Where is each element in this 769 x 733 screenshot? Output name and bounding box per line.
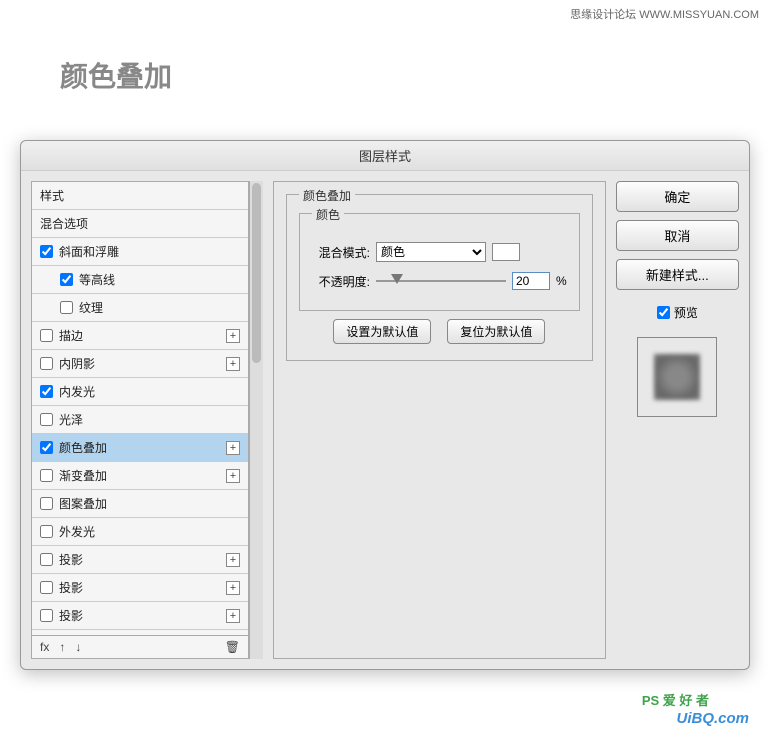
style-checkbox[interactable] xyxy=(40,329,53,342)
style-list-item[interactable]: 投影 + xyxy=(32,602,248,630)
style-list-item[interactable]: 混合选项 xyxy=(32,210,248,238)
style-checkbox[interactable] xyxy=(60,273,73,286)
blend-mode-row: 混合模式: 颜色 xyxy=(312,242,567,262)
opacity-row: 不透明度: % xyxy=(312,272,567,290)
blend-mode-label: 混合模式: xyxy=(312,244,370,261)
new-style-button[interactable]: 新建样式... xyxy=(616,259,739,290)
style-list-item[interactable]: 光泽 xyxy=(32,406,248,434)
style-checkbox[interactable] xyxy=(40,581,53,594)
style-list-item[interactable]: 图案叠加 xyxy=(32,490,248,518)
style-item-label: 投影 xyxy=(59,579,83,596)
plus-icon[interactable]: + xyxy=(226,357,240,371)
plus-icon[interactable]: + xyxy=(226,609,240,623)
opacity-input[interactable] xyxy=(512,272,550,290)
style-item-label: 内发光 xyxy=(59,383,95,400)
plus-icon[interactable]: + xyxy=(226,329,240,343)
reset-default-button[interactable]: 复位为默认值 xyxy=(447,319,545,344)
style-list-item[interactable]: 内发光 xyxy=(32,378,248,406)
subsection-legend: 颜色 xyxy=(312,206,344,223)
style-item-label: 斜面和浮雕 xyxy=(59,243,119,260)
style-item-label: 纹理 xyxy=(79,299,103,316)
arrow-down-icon[interactable]: ↓ xyxy=(75,640,81,654)
style-checkbox[interactable] xyxy=(40,441,53,454)
style-checkbox[interactable] xyxy=(40,413,53,426)
blend-mode-select[interactable]: 颜色 xyxy=(376,242,486,262)
ok-button[interactable]: 确定 xyxy=(616,181,739,212)
style-item-label: 渐变叠加 xyxy=(59,467,107,484)
style-list-item[interactable]: 斜面和浮雕 xyxy=(32,238,248,266)
style-item-label: 投影 xyxy=(59,607,83,624)
style-checkbox[interactable] xyxy=(40,525,53,538)
dialog-title: 图层样式 xyxy=(21,141,749,171)
style-checkbox[interactable] xyxy=(40,609,53,622)
style-list-item[interactable]: 样式 xyxy=(32,182,248,210)
opacity-label: 不透明度: xyxy=(312,273,370,290)
color-subsection: 颜色 混合模式: 颜色 不透明度: xyxy=(299,213,580,311)
trash-icon[interactable]: 🗑 xyxy=(225,640,240,654)
plus-icon[interactable]: + xyxy=(226,581,240,595)
right-panel: 确定 取消 新建样式... 预览 xyxy=(616,181,739,659)
preview-check-row: 预览 xyxy=(616,304,739,321)
watermark-ps: PS 爱 好 者 xyxy=(642,690,709,709)
opacity-unit: % xyxy=(556,274,567,288)
style-list-item[interactable]: 外发光 xyxy=(32,518,248,546)
style-checkbox[interactable] xyxy=(40,553,53,566)
color-overlay-fieldset: 颜色叠加 颜色 混合模式: 颜色 不透明度: xyxy=(286,194,593,361)
style-list-item[interactable]: 描边 + xyxy=(32,322,248,350)
layer-style-dialog: 图层样式 样式混合选项斜面和浮雕等高线纹理描边+内阴影+内发光光泽颜色叠加+渐变… xyxy=(20,140,750,670)
style-list-item[interactable]: 渐变叠加 + xyxy=(32,462,248,490)
style-item-label: 投影 xyxy=(59,551,83,568)
style-list-panel: 样式混合选项斜面和浮雕等高线纹理描边 + 内阴影 + 内发光光泽颜色叠加 + 渐变叠加 + 图案… xyxy=(31,181,249,659)
style-item-label: 颜色叠加 xyxy=(59,439,107,456)
page-title: 颜色叠加 xyxy=(60,55,172,95)
preview-box xyxy=(637,337,717,417)
style-list-item[interactable]: 纹理 xyxy=(32,294,248,322)
style-list-item[interactable]: 等高线 xyxy=(32,266,248,294)
cancel-button[interactable]: 取消 xyxy=(616,220,739,251)
style-list-item[interactable]: 颜色叠加 + xyxy=(32,434,248,462)
center-panel: 颜色叠加 颜色 混合模式: 颜色 不透明度: xyxy=(273,181,606,659)
style-checkbox[interactable] xyxy=(40,357,53,370)
watermark-uibq: UiBQ.com xyxy=(676,710,749,727)
top-watermark: 思缘设计论坛 WWW.MISSYUAN.COM xyxy=(570,6,759,22)
slider-handle-icon[interactable] xyxy=(391,274,403,284)
opacity-slider[interactable] xyxy=(376,273,506,289)
fx-label[interactable]: fx xyxy=(40,640,49,654)
style-list-item[interactable]: 内阴影 + xyxy=(32,350,248,378)
style-list-item[interactable]: 投影 + xyxy=(32,546,248,574)
plus-icon[interactable]: + xyxy=(226,469,240,483)
section-legend: 颜色叠加 xyxy=(299,187,355,204)
preview-thumbnail xyxy=(654,354,700,400)
style-item-label: 样式 xyxy=(40,187,64,204)
preview-label: 预览 xyxy=(674,304,698,321)
style-item-label: 混合选项 xyxy=(40,215,88,232)
style-item-label: 描边 xyxy=(59,327,83,344)
style-list: 样式混合选项斜面和浮雕等高线纹理描边 + 内阴影 + 内发光光泽颜色叠加 + 渐变叠加 + 图案… xyxy=(32,182,248,635)
plus-icon[interactable]: + xyxy=(226,553,240,567)
plus-icon[interactable]: + xyxy=(226,441,240,455)
style-item-label: 等高线 xyxy=(79,271,115,288)
style-checkbox[interactable] xyxy=(40,469,53,482)
style-checkbox[interactable] xyxy=(40,497,53,510)
style-list-item[interactable]: 投影 + xyxy=(32,574,248,602)
arrow-up-icon[interactable]: ↑ xyxy=(59,640,65,654)
style-checkbox[interactable] xyxy=(40,245,53,258)
style-checkbox[interactable] xyxy=(60,301,73,314)
scrollbar-thumb[interactable] xyxy=(252,183,261,363)
style-item-label: 图案叠加 xyxy=(59,495,107,512)
style-list-footer: fx ↑ ↓ 🗑 xyxy=(32,635,248,658)
color-swatch[interactable] xyxy=(492,243,520,261)
preview-checkbox[interactable] xyxy=(657,306,670,319)
style-item-label: 内阴影 xyxy=(59,355,95,372)
scrollbar[interactable] xyxy=(249,181,263,659)
set-default-button[interactable]: 设置为默认值 xyxy=(333,319,431,344)
style-item-label: 光泽 xyxy=(59,411,83,428)
style-item-label: 外发光 xyxy=(59,523,95,540)
style-checkbox[interactable] xyxy=(40,385,53,398)
